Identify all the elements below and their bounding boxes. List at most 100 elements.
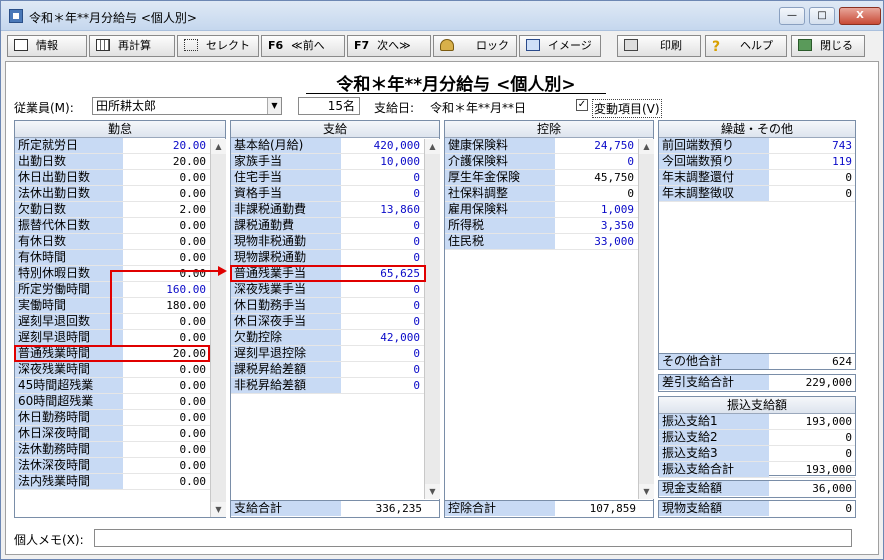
scroll-up-icon[interactable]: ▲ xyxy=(639,139,654,154)
row-value[interactable]: 160.00 xyxy=(123,282,209,297)
row-value[interactable]: 0 xyxy=(555,186,637,201)
row-value[interactable]: 0 xyxy=(341,378,423,393)
row-value[interactable]: 45,750 xyxy=(555,170,637,185)
table-row[interactable]: 45時間超残業 0.00 xyxy=(15,378,225,394)
row-value[interactable]: 13,860 xyxy=(341,202,423,217)
table-row[interactable]: 休日深夜時間 0.00 xyxy=(15,426,225,442)
table-row[interactable]: 振込支給3 0 xyxy=(659,446,855,462)
help-button[interactable]: ? ヘルプ xyxy=(705,35,787,57)
attendance-scrollbar[interactable]: ▲ ▼ xyxy=(210,139,226,517)
select-button[interactable]: セレクト xyxy=(177,35,259,57)
table-row[interactable]: 法休勤務時間 0.00 xyxy=(15,442,225,458)
variable-items-checkbox[interactable]: ✓ xyxy=(576,99,588,111)
row-value[interactable]: 0 xyxy=(341,186,423,201)
table-row[interactable]: 非税昇給差額 0 xyxy=(231,378,439,394)
row-value[interactable]: 0.00 xyxy=(123,394,209,409)
table-row[interactable]: 休日出勤日数 0.00 xyxy=(15,170,225,186)
table-row[interactable]: 休日勤務手当 0 xyxy=(231,298,439,314)
table-row[interactable]: 有休時間 0.00 xyxy=(15,250,225,266)
row-value[interactable]: 20.00 xyxy=(123,154,209,169)
table-row[interactable]: 所得税 3,350 xyxy=(445,218,653,234)
title-bar[interactable]: 令和＊年**月分給与 <個人別> — □ X xyxy=(1,1,883,31)
table-row[interactable]: 欠勤控除 42,000 xyxy=(231,330,439,346)
row-value[interactable]: 0.00 xyxy=(123,474,209,489)
table-row[interactable]: 深夜残業時間 0.00 xyxy=(15,362,225,378)
row-value[interactable]: 0 xyxy=(769,430,855,445)
table-row[interactable]: 現物非税通勤 0 xyxy=(231,234,439,250)
scroll-down-icon[interactable]: ▼ xyxy=(425,484,440,499)
table-row[interactable]: 振込支給合計 193,000 xyxy=(659,462,855,478)
row-value[interactable]: 0.00 xyxy=(123,378,209,393)
recalc-button[interactable]: 再計算 xyxy=(89,35,175,57)
memo-input[interactable] xyxy=(94,529,852,547)
row-value[interactable]: 0 xyxy=(341,250,423,265)
minimize-button[interactable]: — xyxy=(779,7,805,25)
row-value[interactable]: 0.00 xyxy=(123,442,209,457)
row-value[interactable]: 193,000 xyxy=(769,414,855,429)
table-row[interactable]: 年末調整徴収 0 xyxy=(659,186,855,202)
scroll-up-icon[interactable]: ▲ xyxy=(211,139,226,154)
table-row[interactable]: 特別休暇日数 0.00 xyxy=(15,266,225,282)
table-row[interactable]: 家族手当 10,000 xyxy=(231,154,439,170)
table-row[interactable]: 休日深夜手当 0 xyxy=(231,314,439,330)
table-row[interactable]: 遅刻早退回数 0.00 xyxy=(15,314,225,330)
table-row[interactable]: 資格手当 0 xyxy=(231,186,439,202)
row-value[interactable]: 10,000 xyxy=(341,154,423,169)
table-row[interactable]: 出勤日数 20.00 xyxy=(15,154,225,170)
table-row[interactable]: 現物課税通勤 0 xyxy=(231,250,439,266)
row-value[interactable]: 0 xyxy=(341,218,423,233)
row-value[interactable]: 3,350 xyxy=(555,218,637,233)
scroll-down-icon[interactable]: ▼ xyxy=(639,484,654,499)
row-value[interactable]: 0 xyxy=(341,346,423,361)
table-row[interactable]: 所定就労日 20.00 xyxy=(15,138,225,154)
row-value[interactable]: 0 xyxy=(341,314,423,329)
maximize-button[interactable]: □ xyxy=(809,7,835,25)
row-value[interactable]: 0.00 xyxy=(123,170,209,185)
row-value[interactable]: 0.00 xyxy=(123,250,209,265)
table-row[interactable]: 今回端数預り 119 xyxy=(659,154,855,170)
close-window-button[interactable]: X xyxy=(839,7,881,25)
image-button[interactable]: イメージ xyxy=(519,35,601,57)
table-row[interactable]: 振込支給2 0 xyxy=(659,430,855,446)
table-row[interactable]: 社保料調整 0 xyxy=(445,186,653,202)
table-row[interactable]: 有休日数 0.00 xyxy=(15,234,225,250)
table-row[interactable]: 欠勤日数 2.00 xyxy=(15,202,225,218)
row-value[interactable]: 0.00 xyxy=(123,330,209,345)
variable-items-label[interactable]: 変動項目(V) xyxy=(592,99,662,118)
table-row[interactable]: 住宅手当 0 xyxy=(231,170,439,186)
row-value[interactable]: 0.00 xyxy=(123,426,209,441)
row-value[interactable]: 0 xyxy=(341,234,423,249)
table-row[interactable]: 所定労働時間 160.00 xyxy=(15,282,225,298)
table-row[interactable]: 課税昇給差額 0 xyxy=(231,362,439,378)
print-button[interactable]: 印刷 xyxy=(617,35,701,57)
table-row[interactable]: 前回端数預り 743 xyxy=(659,138,855,154)
row-value[interactable]: 1,009 xyxy=(555,202,637,217)
table-row[interactable]: 法内残業時間 0.00 xyxy=(15,474,225,490)
table-row[interactable]: 非課税通勤費 13,860 xyxy=(231,202,439,218)
row-value[interactable]: 180.00 xyxy=(123,298,209,313)
row-value[interactable]: 0 xyxy=(769,170,855,185)
row-value[interactable]: 0 xyxy=(341,170,423,185)
row-value[interactable]: 420,000 xyxy=(341,138,423,153)
scroll-up-icon[interactable]: ▲ xyxy=(425,139,440,154)
row-value[interactable]: 119 xyxy=(769,154,855,169)
row-value[interactable]: 0.00 xyxy=(123,410,209,425)
info-button[interactable]: 情報 xyxy=(7,35,87,57)
table-row[interactable]: 実働時間 180.00 xyxy=(15,298,225,314)
row-value[interactable]: 0 xyxy=(341,298,423,313)
row-value[interactable]: 42,000 xyxy=(341,330,423,345)
table-row[interactable]: 振替代休日数 0.00 xyxy=(15,218,225,234)
chevron-down-icon[interactable]: ▼ xyxy=(267,98,281,114)
employee-select[interactable]: 田所耕太郎 ▼ xyxy=(92,97,282,115)
row-value[interactable]: 0 xyxy=(769,186,855,201)
row-value[interactable]: 0.00 xyxy=(123,458,209,473)
row-value[interactable]: 0.00 xyxy=(123,234,209,249)
row-value[interactable]: 0.00 xyxy=(123,218,209,233)
table-row[interactable]: 60時間超残業 0.00 xyxy=(15,394,225,410)
table-row[interactable]: 介護保険料 0 xyxy=(445,154,653,170)
row-value[interactable]: 0.00 xyxy=(123,314,209,329)
deduction-scrollbar[interactable]: ▲ ▼ xyxy=(638,139,654,499)
table-row[interactable]: 課税通勤費 0 xyxy=(231,218,439,234)
table-row[interactable]: 雇用保険料 1,009 xyxy=(445,202,653,218)
scroll-down-icon[interactable]: ▼ xyxy=(211,502,226,517)
